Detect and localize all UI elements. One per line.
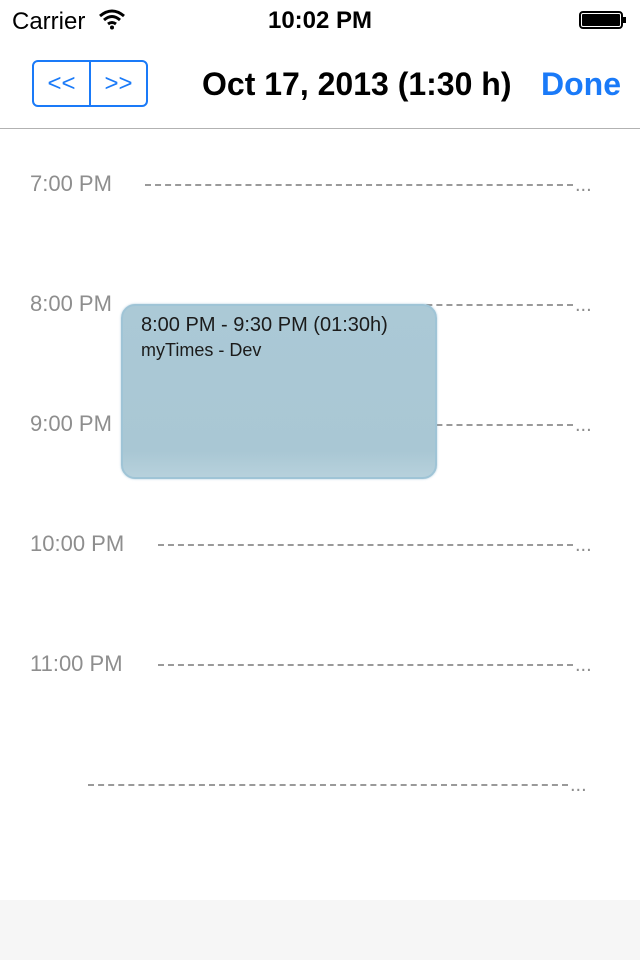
line-ellipsis: ...: [575, 414, 592, 436]
hour-line: [88, 784, 568, 786]
hour-label-11pm: 11:00 PM: [30, 651, 123, 676]
line-ellipsis: ...: [570, 774, 587, 796]
status-time: 10:02 PM: [267, 7, 373, 34]
day-navigation-segmented-control: << >>: [32, 60, 148, 107]
navigation-bar: << >> Oct 17, 2013 (1:30 h) Done: [0, 40, 640, 129]
event-time-range: 8:00 PM - 9:30 PM (01:30h): [141, 314, 388, 336]
status-bar: Carrier 10:02 PM: [0, 0, 640, 40]
line-ellipsis: ...: [575, 294, 592, 316]
event-block[interactable]: 8:00 PM - 9:30 PM (01:30h) myTimes - Dev: [121, 304, 437, 479]
line-ellipsis: ...: [575, 534, 592, 556]
hour-line: [158, 544, 573, 546]
hour-label-8pm: 8:00 PM: [30, 291, 112, 316]
battery-icon: [579, 11, 626, 29]
bottom-toolbar: [0, 900, 640, 960]
next-day-button[interactable]: >>: [91, 62, 146, 105]
hour-label-10pm: 10:00 PM: [30, 531, 125, 556]
hour-label-9pm: 9:00 PM: [30, 411, 112, 436]
hour-label-7pm: 7:00 PM: [30, 171, 112, 196]
line-ellipsis: ...: [575, 654, 592, 676]
line-ellipsis: ...: [575, 174, 592, 196]
previous-day-button[interactable]: <<: [34, 62, 91, 105]
hour-line: [158, 664, 573, 666]
page-title: Oct 17, 2013 (1:30 h): [202, 66, 512, 102]
hour-line: [145, 184, 573, 186]
done-button[interactable]: Done: [541, 66, 621, 103]
event-name: myTimes - Dev: [141, 340, 262, 360]
